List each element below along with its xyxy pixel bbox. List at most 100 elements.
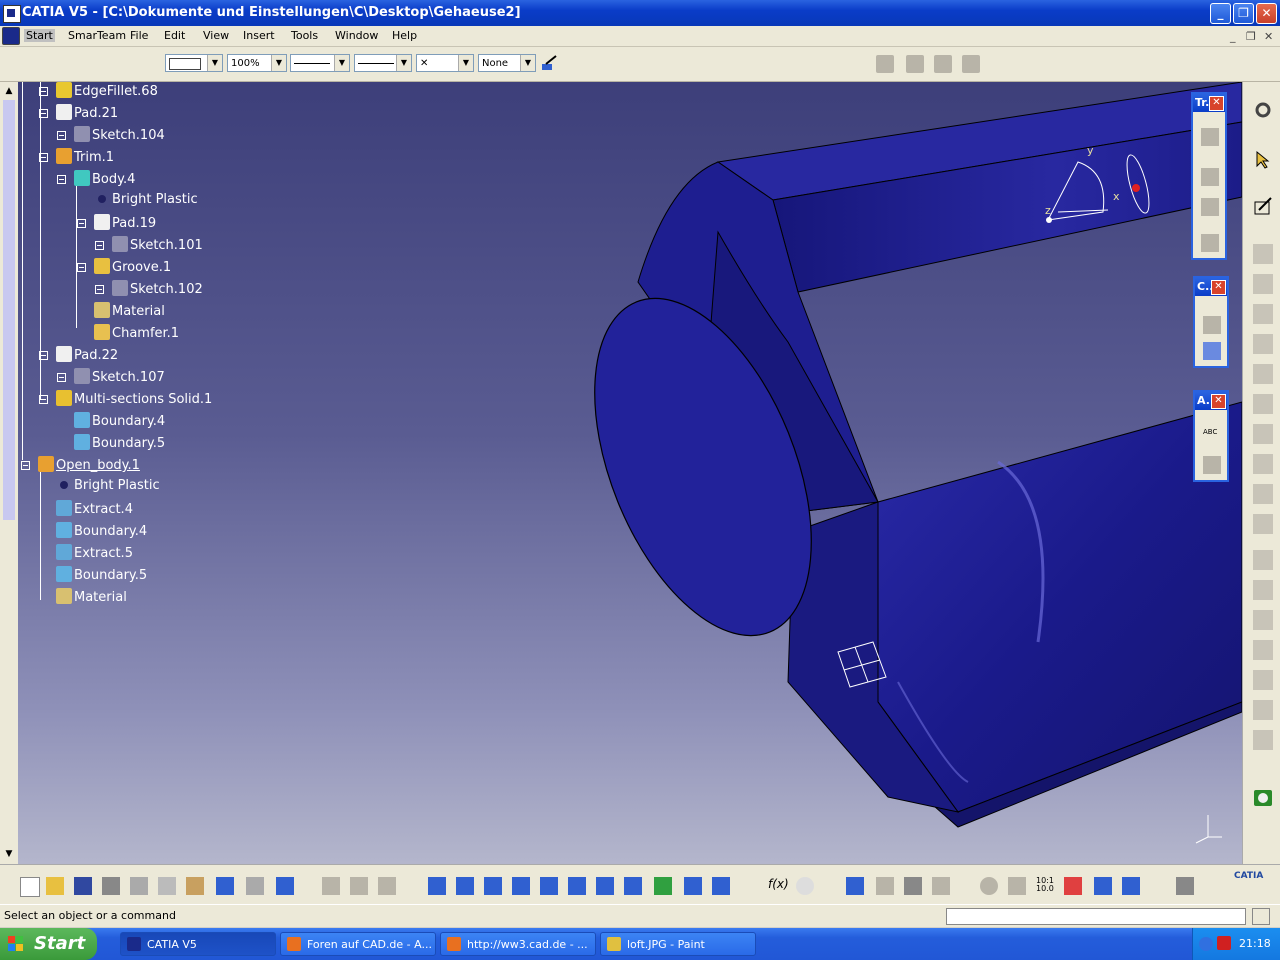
tree-node[interactable]: Pad.19 [94, 214, 156, 231]
menu-edit[interactable]: Edit [164, 29, 185, 42]
sketch-plane-icon[interactable] [1122, 877, 1140, 895]
rotate-icon[interactable] [512, 877, 530, 895]
tree-node[interactable]: Body.4 [74, 170, 135, 187]
shading-icon[interactable] [654, 877, 672, 895]
select-arrow-icon[interactable] [1253, 150, 1273, 170]
document-icon[interactable] [2, 27, 20, 45]
parameters-icon[interactable] [932, 877, 950, 895]
tree-node[interactable]: Boundary.4 [56, 522, 147, 539]
tree-node[interactable]: Boundary.5 [56, 566, 147, 583]
scale-ratio-icon[interactable]: 10:1 10.0 [1036, 877, 1054, 895]
scroll-up-icon[interactable]: ▲ [2, 84, 16, 98]
copy-icon[interactable] [158, 877, 176, 895]
pad-icon[interactable] [1253, 244, 1273, 264]
shell-icon[interactable] [1253, 640, 1273, 660]
print-icon[interactable] [102, 877, 120, 895]
redo-icon[interactable] [246, 877, 264, 895]
point-type-combo[interactable]: ✕ ▼ [416, 54, 474, 72]
taskbar-button[interactable]: CATIA V5 [120, 932, 276, 956]
acrobat-icon[interactable] [1217, 936, 1231, 950]
scroll-thumb[interactable] [3, 100, 15, 520]
scaling-icon[interactable] [1201, 234, 1219, 252]
menu-view[interactable]: View [203, 29, 229, 42]
lock-icon[interactable] [904, 877, 922, 895]
doc-restore-button[interactable]: ❐ [1246, 30, 1256, 43]
tree-scrollbar[interactable]: ▲ ▼ [0, 82, 19, 864]
minimize-button[interactable]: _ [1210, 3, 1231, 24]
remove-face-icon[interactable] [1253, 730, 1273, 750]
tree-expander[interactable] [39, 153, 48, 162]
cut-icon[interactable] [130, 877, 148, 895]
translation-icon[interactable] [1201, 128, 1219, 146]
tree-node[interactable]: Pad.21 [56, 104, 118, 121]
menu-help[interactable]: Help [392, 29, 417, 42]
thread-icon[interactable] [1253, 700, 1273, 720]
tree-node[interactable]: Sketch.104 [74, 126, 165, 143]
tree-node[interactable]: Pad.22 [56, 346, 118, 363]
whats-this-icon[interactable] [276, 877, 294, 895]
fit-all-icon[interactable] [456, 877, 474, 895]
close-icon[interactable]: ✕ [1209, 96, 1224, 111]
hole-icon[interactable] [1253, 364, 1273, 384]
tree-node[interactable]: Material [56, 588, 127, 605]
tree-node[interactable]: Groove.1 [94, 258, 171, 275]
line-type-combo[interactable]: ▼ [354, 54, 412, 72]
transparency-combo[interactable]: 100% ▼ [227, 54, 287, 72]
sketcher-icon[interactable] [1253, 196, 1273, 216]
tree-node[interactable]: Sketch.101 [112, 236, 203, 253]
taskbar-button[interactable]: http://ww3.cad.de - ... [440, 932, 596, 956]
swap-space-icon[interactable] [712, 877, 730, 895]
measure-icon[interactable] [1253, 788, 1273, 808]
remove-loft-icon[interactable] [1253, 514, 1273, 534]
pattern-icon[interactable] [1201, 198, 1219, 216]
flag-note-icon[interactable] [1203, 456, 1221, 474]
normal-view-icon[interactable] [596, 877, 614, 895]
eraser-icon[interactable] [934, 55, 952, 73]
chamfer-icon[interactable] [1253, 580, 1273, 600]
doc-close-button[interactable]: ✕ [1264, 30, 1273, 43]
save-icon[interactable] [74, 877, 92, 895]
menu-insert[interactable]: Insert [243, 29, 275, 42]
tree-expander[interactable] [57, 131, 66, 140]
layer-combo[interactable]: None ▼ [478, 54, 536, 72]
scroll-down-icon[interactable]: ▼ [2, 847, 16, 861]
tree-expander[interactable] [21, 461, 30, 470]
taskbar-button[interactable]: loft.JPG - Paint [600, 932, 756, 956]
tree-expander[interactable] [39, 109, 48, 118]
menu-smarteam[interactable]: SmarTeam [68, 29, 126, 42]
update-icon[interactable] [980, 877, 998, 895]
tree-expander[interactable] [39, 87, 48, 96]
loft-icon[interactable] [1253, 484, 1273, 504]
tree-node[interactable]: Sketch.107 [74, 368, 165, 385]
tree-node[interactable]: Sketch.102 [112, 280, 203, 297]
shaft-icon[interactable] [1253, 304, 1273, 324]
tree-node[interactable]: Boundary.5 [74, 434, 165, 451]
tree-node[interactable]: EdgeFillet.68 [56, 82, 158, 99]
knowledge-icon[interactable] [876, 877, 894, 895]
color-combo[interactable]: ▼ [165, 54, 223, 72]
fillet-icon[interactable] [1253, 550, 1273, 570]
zoom-out-icon[interactable] [568, 877, 586, 895]
draft-icon[interactable] [1253, 610, 1273, 630]
taskbar-button[interactable]: Foren auf CAD.de - A... [280, 932, 436, 956]
axis-system-icon[interactable] [1008, 877, 1026, 895]
new-file-icon[interactable] [20, 877, 40, 897]
line-thickness-combo[interactable]: ▼ [290, 54, 350, 72]
catalog-icon[interactable] [1094, 877, 1112, 895]
table-icon[interactable] [846, 877, 864, 895]
paste-icon[interactable] [186, 877, 204, 895]
layers-icon[interactable] [906, 55, 924, 73]
tree-node[interactable]: Boundary.4 [74, 412, 165, 429]
analysis-icon[interactable] [1064, 877, 1082, 895]
constraint-icon[interactable] [1203, 316, 1221, 334]
tree-node[interactable]: Chamfer.1 [94, 324, 179, 341]
tray-expand-icon[interactable] [1199, 937, 1213, 951]
standard-views-icon[interactable] [876, 55, 894, 73]
tree-expander[interactable] [57, 175, 66, 184]
comment-icon[interactable] [796, 877, 814, 895]
zoom-in-icon[interactable] [540, 877, 558, 895]
slot-icon[interactable] [1253, 424, 1273, 444]
thickness-icon[interactable] [1253, 670, 1273, 690]
menu-start[interactable]: Start [24, 29, 55, 42]
close-button[interactable]: ✕ [1256, 3, 1277, 24]
